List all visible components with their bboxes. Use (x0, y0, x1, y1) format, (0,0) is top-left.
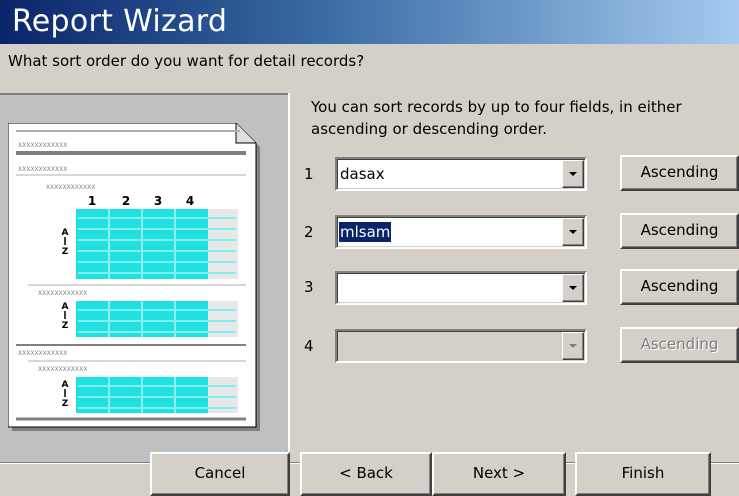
preview-group1-text: XXXXXXXXXXXX (18, 166, 67, 173)
preview-header-text: XXXXXXXXXXXX (18, 142, 67, 149)
svg-text:A: A (62, 380, 69, 390)
panel-top-edge (0, 93, 290, 95)
preview-group4-text: XXXXXXXXXXXX (38, 366, 87, 373)
svg-text:Z: Z (62, 247, 69, 257)
sort-order-2-button[interactable]: Ascending (620, 213, 739, 249)
svg-text:Z: Z (62, 399, 69, 409)
sort-order-4-button: Ascending (620, 327, 739, 363)
preview-col-num-2: 2 (122, 194, 130, 208)
preview-panel: XXXXXXXXXXXX XXXXXXXXXXXX XXXXXXXXXXXX 1… (0, 93, 290, 463)
sort-row-number-1: 1 (304, 165, 314, 183)
sort-instructions: You can sort records by up to four field… (311, 98, 682, 138)
svg-text:Z: Z (62, 321, 69, 331)
chevron-down-icon (569, 344, 577, 348)
sort-field-2-dropdown[interactable]: mlsam (335, 215, 587, 249)
sort-field-2-value: mlsam (339, 222, 392, 242)
preview-group3-text: XXXXXXXXXXXX (18, 350, 67, 357)
window-title: Report Wizard (12, 4, 228, 39)
panel-right-edge (288, 93, 290, 463)
sort-row-number-2: 2 (304, 223, 314, 241)
report-preview-image: XXXXXXXXXXXX XXXXXXXXXXXX XXXXXXXXXXXX 1… (8, 123, 260, 431)
sort-question: What sort order do you want for detail r… (8, 52, 365, 70)
next-button[interactable]: Next > (432, 452, 566, 496)
svg-text:A: A (62, 302, 69, 312)
dropdown-button-2[interactable] (562, 218, 584, 246)
preview-group2-text: XXXXXXXXXXXX (38, 290, 87, 297)
preview-sorted-block-2: A Z (62, 301, 238, 337)
preview-subgroup-text: XXXXXXXXXXXX (46, 184, 95, 191)
preview-col-num-1: 1 (88, 194, 96, 208)
sort-field-1-value: dasax (340, 165, 385, 183)
svg-text:A: A (62, 228, 69, 238)
chevron-down-icon (569, 286, 577, 290)
preview-col-num-3: 3 (154, 194, 162, 208)
finish-button[interactable]: Finish (575, 452, 711, 496)
sort-field-1-dropdown[interactable]: dasax (335, 157, 587, 191)
back-button[interactable]: < Back (300, 452, 432, 496)
preview-col-num-4: 4 (186, 194, 194, 208)
sort-field-3-dropdown[interactable] (335, 271, 587, 305)
title-bar: Report Wizard (0, 0, 739, 44)
sort-field-4-dropdown (335, 329, 587, 363)
chevron-down-icon (569, 172, 577, 176)
dropdown-button-4 (562, 332, 584, 360)
preview-sorted-block-1: A Z (62, 209, 238, 279)
sort-row-number-3: 3 (304, 278, 314, 296)
sort-row-number-4: 4 (304, 337, 314, 355)
dropdown-button-1[interactable] (562, 160, 584, 188)
dropdown-button-3[interactable] (562, 274, 584, 302)
preview-sorted-block-3: A Z (62, 377, 238, 413)
chevron-down-icon (569, 230, 577, 234)
sort-order-3-button[interactable]: Ascending (620, 269, 739, 305)
cancel-button[interactable]: Cancel (150, 452, 290, 496)
sort-order-1-button[interactable]: Ascending (620, 155, 739, 191)
